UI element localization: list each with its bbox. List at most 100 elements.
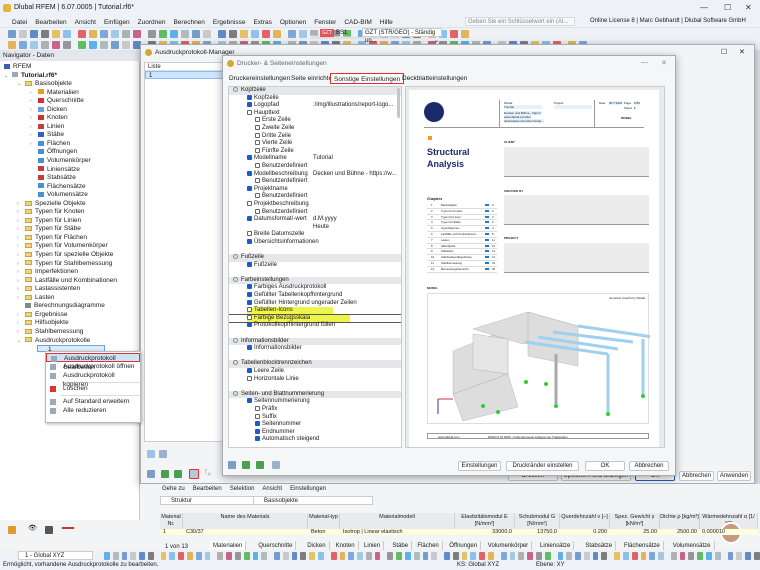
checkbox[interactable] — [255, 178, 260, 183]
checkbox[interactable] — [247, 171, 252, 176]
toolbar-icon[interactable] — [111, 41, 119, 49]
toolbar-icon[interactable] — [113, 552, 119, 560]
tree-item[interactable]: ›Stäbe — [0, 131, 140, 140]
toolbar-icon[interactable] — [262, 30, 270, 38]
context-menu-item[interactable]: Ausdruckprotokoll kopieren — [46, 371, 140, 380]
toolbar-icon[interactable] — [623, 552, 629, 560]
toolbar-icon[interactable] — [462, 552, 468, 560]
toolbar-icon[interactable] — [736, 552, 742, 560]
checkbox[interactable] — [247, 307, 252, 312]
column-header[interactable]: Name des Materials — [183, 513, 308, 529]
toolbar-icon[interactable] — [122, 552, 128, 560]
tree-item[interactable]: Liniensätze — [0, 166, 140, 175]
settings-value[interactable]: d.M.yyyy — [313, 216, 337, 224]
toolbar-icon[interactable] — [450, 30, 458, 38]
column-header[interactable]: Querdehnzahl v [–] — [560, 513, 610, 529]
toolbar-icon[interactable] — [558, 552, 564, 560]
maximize-button[interactable]: ☐ — [721, 48, 727, 56]
settings-row[interactable]: ModellbeschreibungDecken und Bühne - htt… — [229, 171, 401, 179]
toolbar-icon[interactable] — [649, 552, 655, 560]
close-button[interactable]: ✕ — [661, 59, 667, 67]
checkbox[interactable] — [247, 102, 252, 107]
tree-item[interactable]: ›Hilfsobjekte — [0, 319, 140, 328]
settings-row[interactable]: Gefüllter Tabellenkopfhintergrund — [229, 292, 401, 300]
chevron-right-icon[interactable]: › — [30, 140, 38, 149]
settings-section[interactable]: Informationsbilder — [229, 338, 401, 346]
settings-row[interactable]: Zweite Zeile — [229, 125, 401, 133]
toolbar-icon[interactable] — [688, 552, 694, 560]
toolbar-icon[interactable] — [527, 552, 533, 560]
table-cell[interactable]: C30/37 — [183, 529, 308, 535]
checkbox[interactable] — [255, 140, 260, 145]
toolbar-icon[interactable] — [161, 552, 167, 560]
tree-item[interactable]: Flächensätze — [0, 183, 140, 192]
menu-item[interactable]: Einfügen — [104, 19, 130, 26]
toolbar-icon[interactable] — [601, 552, 607, 560]
minimize-button[interactable]: — — [700, 3, 708, 12]
settings-value[interactable]: :/img/illustrations/report-logo... — [313, 102, 393, 110]
tree-item[interactable]: ›Typen für Knoten — [0, 208, 140, 217]
tree-item[interactable]: ›Typen für Volumenkörper — [0, 242, 140, 251]
checkbox[interactable] — [247, 216, 252, 221]
settings-row[interactable]: Logopfad:/img/illustrations/report-logo.… — [229, 102, 401, 110]
chevron-down-icon[interactable]: ⌄ — [17, 337, 25, 346]
checkbox[interactable] — [255, 429, 260, 434]
table-cell[interactable]: 0.200 — [560, 529, 610, 535]
tree-item[interactable]: ›Dicken — [0, 106, 140, 115]
chevron-right-icon[interactable]: › — [17, 234, 25, 243]
tree-item[interactable]: Stabsätze — [0, 174, 140, 183]
checkbox[interactable] — [255, 117, 260, 122]
list-item[interactable]: 1 — [145, 71, 223, 79]
toolbar-icon[interactable] — [178, 552, 184, 560]
checkbox[interactable] — [255, 421, 260, 426]
toolbar-icon[interactable] — [8, 41, 16, 49]
toolbar-icon[interactable] — [41, 30, 49, 38]
checkbox[interactable] — [247, 284, 252, 289]
chevron-right-icon[interactable]: › — [17, 285, 25, 294]
settings-button[interactable]: Einstellungen — [458, 461, 501, 471]
settings-row[interactable]: ModellnameTutorial — [229, 155, 401, 163]
settings-row[interactable]: Dritte Zeile — [229, 133, 401, 141]
tree-item[interactable]: ›Stahlbemessung — [0, 328, 140, 337]
toolbar-icon[interactable] — [52, 41, 60, 49]
checkbox[interactable] — [247, 95, 252, 100]
settings-row[interactable]: Seitennummer — [229, 421, 401, 429]
toolbar-icon[interactable] — [575, 552, 581, 560]
toolbar-icon[interactable] — [641, 552, 647, 560]
table-cell[interactable]: 25.00 — [610, 529, 660, 535]
toolbar-icon[interactable] — [288, 30, 296, 38]
settings-row[interactable]: Datumsformat/-wertd.M.yyyy — [229, 216, 401, 224]
context-menu-item[interactable]: Auf Standard erweitern — [46, 397, 140, 406]
section-toggle[interactable] — [233, 360, 238, 365]
toolbar-icon[interactable] — [122, 41, 130, 49]
toolbar-icon[interactable] — [229, 30, 237, 38]
settings-row[interactable]: Kopfzeile — [229, 95, 401, 103]
toolbar-icon[interactable] — [632, 552, 638, 560]
toolbar-icon[interactable] — [169, 552, 175, 560]
export-icon[interactable] — [161, 470, 169, 478]
table-cell[interactable]: Beton — [308, 529, 340, 535]
toolbar-icon[interactable] — [387, 552, 393, 560]
toolbar-icon[interactable] — [122, 30, 130, 38]
settings-row[interactable]: Benutzerdefiniert — [229, 178, 401, 186]
toolbar-icon[interactable] — [19, 41, 27, 49]
table-menu-item[interactable]: Bearbeiten — [193, 486, 222, 492]
toolbar-icon[interactable] — [111, 30, 119, 38]
settings-row[interactable]: Seitennummerierung — [229, 398, 401, 406]
chevron-right-icon[interactable]: › — [17, 328, 25, 337]
toolbar-icon[interactable] — [253, 552, 259, 560]
toolbar-icon[interactable] — [181, 30, 189, 38]
tree-item[interactable]: ⌄Basisobjekte — [0, 80, 140, 89]
settings-value[interactable]: Heute — [313, 224, 329, 232]
import-icon[interactable] — [256, 461, 264, 469]
menu-item[interactable]: Ergebnisse — [213, 19, 246, 26]
toolbar-icon[interactable] — [139, 552, 145, 560]
tree-item[interactable]: ›Typen für Flächen — [0, 234, 140, 243]
toolbar-icon[interactable] — [148, 30, 156, 38]
menu-item[interactable]: Bearbeiten — [35, 19, 66, 26]
toolbar-icon[interactable] — [671, 552, 677, 560]
context-menu-item[interactable]: Löschen — [46, 384, 140, 393]
toolbar-icon[interactable] — [300, 552, 306, 560]
checkbox[interactable] — [247, 201, 252, 206]
tree-item[interactable]: Berechnungsdiagramme — [0, 302, 140, 311]
